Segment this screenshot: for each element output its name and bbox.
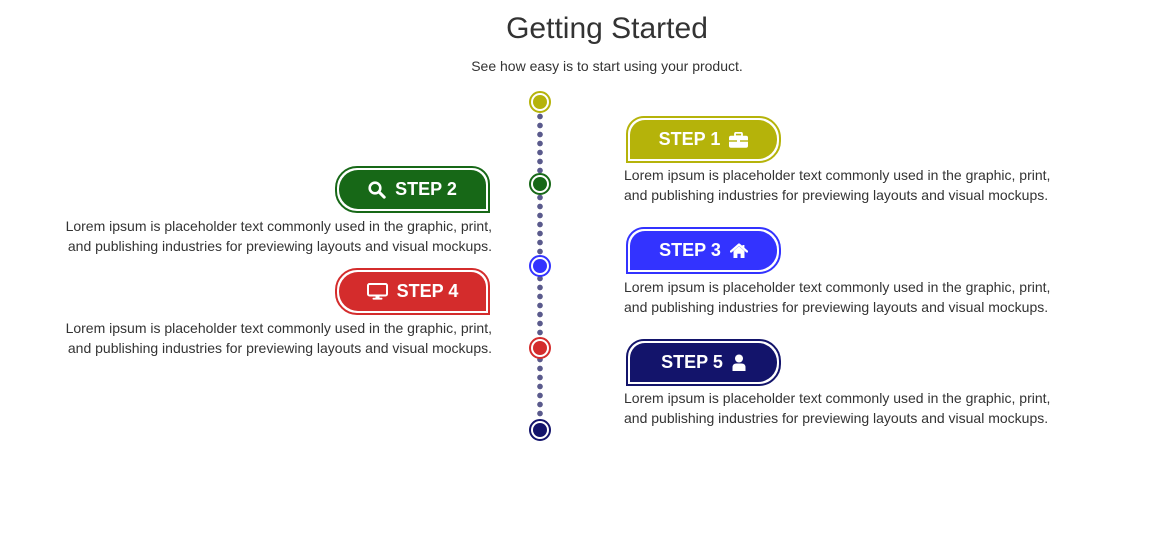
step-1-description: Lorem ipsum is placeholder text commonly…	[624, 167, 1051, 203]
page-subtitle: See how easy is to start using your prod…	[471, 58, 743, 74]
timeline-node-step-1	[529, 91, 551, 113]
briefcase-icon	[729, 131, 749, 148]
step-4-label: STEP 4	[396, 281, 459, 301]
monitor-icon	[366, 283, 388, 300]
step-1-label: STEP 1	[658, 129, 721, 149]
timeline-node-step-2	[529, 173, 551, 195]
step-5-badge: STEP 5	[626, 339, 781, 386]
step-4-badge: STEP 4	[335, 268, 490, 315]
search-icon	[368, 180, 386, 199]
page-title: Getting Started	[506, 12, 708, 45]
step-5-description: Lorem ipsum is placeholder text commonly…	[624, 390, 1051, 426]
user-icon	[732, 354, 746, 371]
timeline-node-step-3	[529, 255, 551, 277]
home-icon	[729, 242, 748, 259]
timeline-node-step-4	[529, 337, 551, 359]
step-3-description: Lorem ipsum is placeholder text commonly…	[624, 279, 1051, 315]
step-5-label: STEP 5	[661, 352, 723, 372]
timeline-node-step-5	[529, 419, 551, 441]
step-3-badge: STEP 3	[626, 227, 781, 274]
step-2-badge: STEP 2	[335, 166, 490, 213]
step-1-badge: STEP 1	[626, 116, 781, 163]
step-2-label: STEP 2	[395, 179, 457, 199]
step-2-description: Lorem ipsum is placeholder text commonly…	[65, 218, 492, 254]
step-3-label: STEP 3	[659, 240, 721, 260]
step-4-description: Lorem ipsum is placeholder text commonly…	[65, 320, 492, 356]
